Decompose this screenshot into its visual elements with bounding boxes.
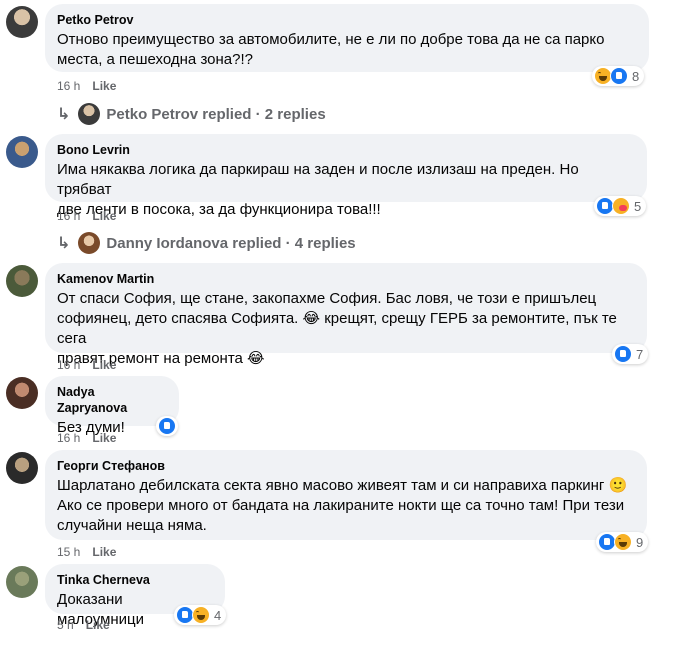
comment-time[interactable]: 16 h — [57, 79, 80, 93]
replies-label: Petko Petrov replied · 2 replies — [106, 105, 326, 123]
comment-text-line: места, а пешеходна зона?!? — [57, 51, 253, 68]
comment-time[interactable]: 15 h — [57, 545, 80, 559]
reaction-summary[interactable]: 9 — [596, 532, 648, 552]
reaction-summary[interactable]: 4 — [174, 605, 226, 625]
like-button[interactable]: Like — [92, 79, 116, 93]
comment-text-line: От спаси София, ще стане, закопахме Софи… — [57, 290, 597, 307]
comment-bubble: Bono Levrin Има някаква логика да паркир… — [45, 134, 647, 218]
comment-bubble: Kamenov Martin От спаси София, ще стане,… — [45, 263, 647, 367]
like-reaction-icon — [158, 417, 176, 435]
like-button[interactable]: Like — [86, 618, 110, 632]
avatar[interactable] — [6, 566, 38, 598]
comment-meta: 16 h Like — [57, 357, 116, 373]
comment-text-line: правят ремонт на ремонта 😂 — [57, 350, 265, 367]
care-reaction-icon — [612, 197, 630, 215]
haha-reaction-icon — [192, 606, 210, 624]
comment-meta: 16 h Like — [57, 78, 116, 94]
comment-bubble: Георги Стефанов Шарлатано дебилската сек… — [45, 450, 647, 540]
reaction-summary[interactable]: 8 — [592, 66, 644, 86]
comment-time[interactable]: 16 h — [57, 358, 80, 372]
like-button[interactable]: Like — [92, 431, 116, 445]
comment-time[interactable]: 16 h — [57, 431, 80, 445]
comment-author[interactable]: Bono Levrin — [57, 142, 635, 158]
reaction-summary[interactable] — [156, 416, 178, 436]
view-replies-link[interactable]: ↳ Danny Iordanova replied · 4 replies — [57, 232, 356, 254]
comment-author[interactable]: Kamenov Martin — [57, 271, 635, 287]
avatar[interactable] — [6, 6, 38, 38]
reply-arrow-icon: ↳ — [57, 235, 71, 252]
comment-bubble: Petko Petrov Отново преимущество за авто… — [45, 4, 649, 72]
comment-time[interactable]: 16 h — [57, 209, 80, 223]
like-reaction-icon — [614, 345, 632, 363]
comment-text-line: Има някаква логика да паркираш на заден … — [57, 161, 579, 198]
comment-text-line: Шарлатано дебилската секта явно масово ж… — [57, 477, 628, 494]
avatar[interactable] — [6, 377, 38, 409]
like-reaction-icon — [610, 67, 628, 85]
comment-meta: 16 h Like — [57, 208, 116, 224]
comment-text-line: Ако се провери много от бандата на лакир… — [57, 497, 625, 514]
like-button[interactable]: Like — [92, 209, 116, 223]
like-button[interactable]: Like — [92, 358, 116, 372]
reaction-count: 5 — [634, 198, 642, 214]
reaction-count: 7 — [636, 346, 644, 362]
comment-author[interactable]: Георги Стефанов — [57, 458, 635, 474]
avatar[interactable] — [6, 136, 38, 168]
avatar — [78, 103, 101, 125]
reaction-count: 9 — [636, 534, 644, 550]
reaction-count: 8 — [632, 68, 640, 84]
reaction-summary[interactable]: 5 — [594, 196, 646, 216]
view-replies-link[interactable]: ↳ Petko Petrov replied · 2 replies — [57, 103, 326, 125]
comment-author[interactable]: Tinka Cherneva — [57, 572, 213, 588]
comment-text-line: случайни неща няма. — [57, 517, 207, 534]
comment-text-line: софиянец, дето спасява Софията. 😂 крещят… — [57, 310, 617, 347]
comment-text-line: Отново преимущество за автомобилите, не … — [57, 31, 605, 48]
comment-author[interactable]: Nadya Zapryanova — [57, 384, 167, 416]
avatar — [78, 232, 101, 254]
comment-text-line: две ленти в посока, за да функционира то… — [57, 201, 381, 218]
replies-label: Danny Iordanova replied · 4 replies — [106, 234, 356, 252]
reaction-count: 4 — [214, 607, 222, 623]
comment-author[interactable]: Petko Petrov — [57, 12, 637, 28]
avatar[interactable] — [6, 265, 38, 297]
haha-reaction-icon — [614, 533, 632, 551]
reaction-summary[interactable]: 7 — [612, 344, 648, 364]
reply-arrow-icon: ↳ — [57, 106, 71, 123]
avatar[interactable] — [6, 452, 38, 484]
like-button[interactable]: Like — [92, 545, 116, 559]
comment-meta: 16 h Like — [57, 430, 116, 446]
comment-meta: 15 h Like — [57, 544, 116, 560]
comment-meta: 5 h Like — [57, 617, 110, 633]
comment-time[interactable]: 5 h — [57, 618, 74, 632]
